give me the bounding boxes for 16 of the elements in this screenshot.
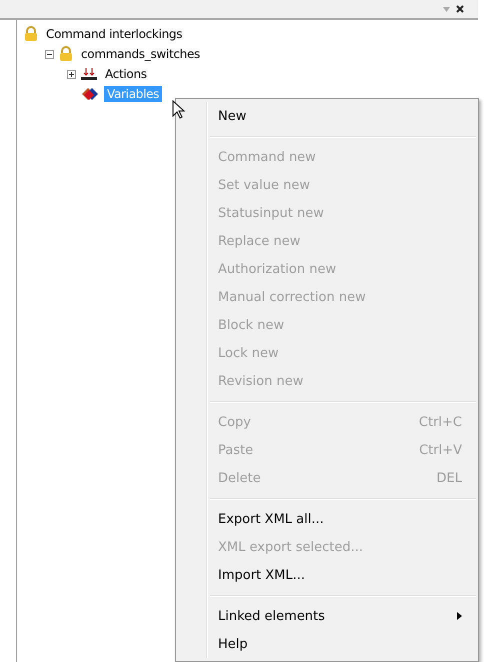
tree-item[interactable]: Variables [104, 86, 162, 102]
padlock-icon [58, 46, 74, 62]
padlock-icon [23, 26, 39, 42]
tree-item[interactable]: Command interlockings [43, 26, 186, 42]
expand-toggle[interactable] [67, 70, 76, 78]
menu-item[interactable]: Import XML... [178, 561, 476, 589]
mouse-cursor-icon [172, 100, 186, 120]
menu-item[interactable]: Export XML all... [178, 505, 476, 533]
close-icon[interactable] [456, 5, 464, 13]
menu-item[interactable]: Linked elements [178, 602, 476, 630]
tree-item[interactable]: commands_switches [78, 46, 203, 62]
menu-item[interactable]: Help [178, 630, 476, 658]
stacked-diamonds-icon [80, 86, 100, 102]
tree-item[interactable]: Actions [102, 66, 150, 82]
arrows-bar-icon [80, 67, 98, 81]
expand-toggle[interactable] [45, 50, 54, 58]
